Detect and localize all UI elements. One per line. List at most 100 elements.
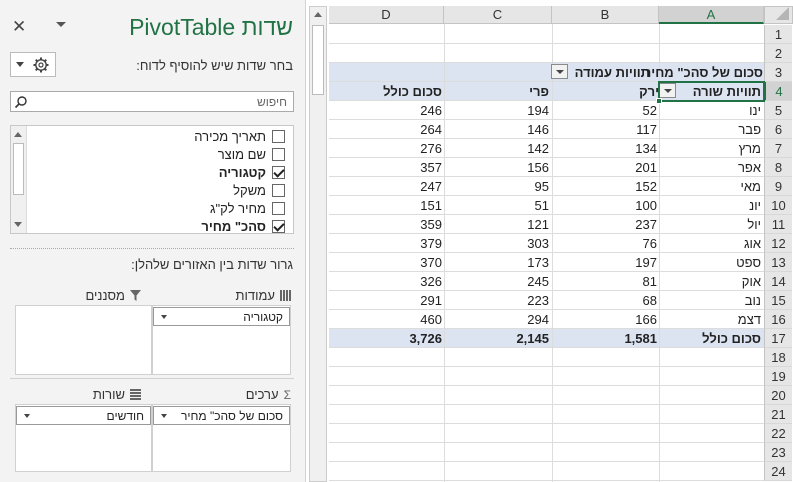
pivot-total-grand[interactable]: 3,726 <box>409 331 442 346</box>
pivot-row-label[interactable]: יונ <box>749 198 761 213</box>
pivot-cell-veg[interactable]: 52 <box>643 103 657 118</box>
row-header[interactable]: 10 <box>764 196 792 215</box>
pivot-cell-veg[interactable]: 117 <box>636 122 657 137</box>
pivot-row-label[interactable]: ינו <box>749 103 761 118</box>
chip-dropdown-icon[interactable] <box>24 414 30 418</box>
row-header[interactable]: 1 <box>764 25 792 44</box>
pivot-cell-grand[interactable]: 379 <box>420 236 442 251</box>
pivot-col-header-fruit[interactable]: פרי <box>529 84 549 99</box>
row-header[interactable]: 5 <box>764 101 792 120</box>
row-header[interactable]: 24 <box>764 462 792 481</box>
pivot-row-label[interactable]: מאי <box>741 179 761 194</box>
pivot-cell-fruit[interactable]: 245 <box>527 274 549 289</box>
pivot-cell-fruit[interactable]: 156 <box>527 160 549 175</box>
row-header[interactable]: 8 <box>764 158 792 177</box>
pivot-cell-grand[interactable]: 357 <box>420 160 442 175</box>
pivot-cell-fruit[interactable]: 294 <box>527 312 549 327</box>
row-header[interactable]: 2 <box>764 44 792 63</box>
pivot-total-label[interactable]: סכום כולל <box>702 331 761 346</box>
pivot-row-label[interactable]: אוג <box>744 236 761 251</box>
pivot-cell-fruit[interactable]: 142 <box>527 141 549 156</box>
rows-chip-months[interactable]: חודשים <box>16 406 151 425</box>
row-header[interactable]: 18 <box>764 348 792 367</box>
select-all-corner[interactable] <box>764 6 793 24</box>
row-header[interactable]: 12 <box>764 234 792 253</box>
pivot-row-label[interactable]: יול <box>747 217 761 232</box>
pivot-row-label[interactable]: מרץ <box>739 141 761 156</box>
pivot-cell-fruit[interactable]: 303 <box>527 236 549 251</box>
pivot-cell-fruit[interactable]: 121 <box>527 217 549 232</box>
pivot-cell-fruit[interactable]: 95 <box>535 179 549 194</box>
row-header[interactable]: 16 <box>764 310 792 329</box>
field-checkbox[interactable] <box>272 201 285 215</box>
row-header[interactable]: 9 <box>764 177 792 196</box>
field-checkbox[interactable] <box>272 165 285 179</box>
scroll-thumb[interactable] <box>312 25 324 95</box>
column-header-c[interactable]: C <box>444 6 552 24</box>
row-header[interactable]: 23 <box>764 443 792 462</box>
scroll-down-icon[interactable] <box>14 222 22 227</box>
field-checkbox[interactable] <box>272 219 285 233</box>
pivot-column-labels-header[interactable]: תוויות עמודה <box>575 65 650 80</box>
pane-options-caret-icon[interactable] <box>56 22 66 27</box>
pivot-cell-veg[interactable]: 68 <box>643 293 657 308</box>
field-item-product-name[interactable]: שם מוצר <box>218 145 285 163</box>
row-header[interactable]: 22 <box>764 424 792 443</box>
filters-drop-area[interactable] <box>15 305 152 375</box>
pivot-cell-fruit[interactable]: 51 <box>535 198 549 213</box>
row-header[interactable]: 14 <box>764 272 792 291</box>
columns-chip-category[interactable]: קטגוריה <box>153 307 290 326</box>
row-header[interactable]: 17 <box>764 329 792 348</box>
scroll-up-icon[interactable] <box>14 132 22 137</box>
column-header-b[interactable]: B <box>552 6 659 24</box>
pivot-row-label[interactable]: ספט <box>736 255 761 270</box>
row-header[interactable]: 15 <box>764 291 792 310</box>
row-header[interactable]: 19 <box>764 367 792 386</box>
pivot-cell-veg[interactable]: 81 <box>643 274 657 289</box>
pivot-total-fruit[interactable]: 2,145 <box>516 331 549 346</box>
field-item-weight[interactable]: משקל <box>233 181 285 199</box>
chip-dropdown-icon[interactable] <box>161 414 167 418</box>
pivot-col-header-grand-total[interactable]: סכום כולל <box>383 84 442 99</box>
field-item-price-per-kg[interactable]: מחיר לק"ג <box>210 199 285 217</box>
sheet-vertical-scrollbar[interactable] <box>309 6 327 482</box>
row-header[interactable]: 20 <box>764 386 792 405</box>
pivot-cell-grand[interactable]: 276 <box>420 141 442 156</box>
pivot-cell-veg[interactable]: 134 <box>635 141 657 156</box>
pivot-total-veg[interactable]: 1,581 <box>624 331 657 346</box>
pivot-row-label[interactable]: דצמ <box>738 312 761 327</box>
field-item-sale-date[interactable]: תאריך מכירה <box>194 127 285 145</box>
pivot-cell-grand[interactable]: 246 <box>420 103 442 118</box>
pane-divider[interactable] <box>10 248 294 249</box>
close-pane-icon[interactable]: ✕ <box>12 18 26 35</box>
field-item-category[interactable]: קטגוריה <box>219 163 285 181</box>
scroll-up-icon[interactable] <box>314 12 322 17</box>
row-header[interactable]: 4 <box>764 82 792 101</box>
pivot-cell-veg[interactable]: 152 <box>635 179 657 194</box>
tools-button[interactable] <box>10 52 56 77</box>
field-checkbox[interactable] <box>272 129 285 143</box>
field-checkbox[interactable] <box>272 183 285 197</box>
pivot-cell-veg[interactable]: 237 <box>635 217 657 232</box>
pivot-cell-fruit[interactable]: 194 <box>527 103 549 118</box>
pivot-cell-grand[interactable]: 460 <box>420 312 442 327</box>
pivot-cell-fruit[interactable]: 146 <box>527 122 549 137</box>
pivot-cell-grand[interactable]: 264 <box>420 122 442 137</box>
pivot-cell-grand[interactable]: 291 <box>420 293 442 308</box>
pivot-row-label[interactable]: אפר <box>738 160 761 175</box>
pivot-cell-fruit[interactable]: 173 <box>527 255 549 270</box>
chip-dropdown-icon[interactable] <box>161 315 167 319</box>
pivot-value-header[interactable]: סכום של סהכ" מחיר <box>644 65 763 80</box>
row-header[interactable]: 11 <box>764 215 792 234</box>
pivot-cell-veg[interactable]: 166 <box>635 312 657 327</box>
pivot-col-header-veg[interactable]: ירק <box>639 84 659 99</box>
field-list-scrollbar[interactable] <box>11 126 27 233</box>
field-checkbox[interactable] <box>272 147 285 161</box>
pivot-cell-veg[interactable]: 197 <box>635 255 657 270</box>
pivot-cell-veg[interactable]: 76 <box>643 236 657 251</box>
pivot-row-label[interactable]: נוב <box>745 293 761 308</box>
field-item-total-price[interactable]: סהכ" מחיר <box>201 217 285 235</box>
pivot-cell-grand[interactable]: 370 <box>420 255 442 270</box>
scroll-thumb[interactable] <box>13 143 24 195</box>
pivot-row-label[interactable]: פבר <box>738 122 761 137</box>
